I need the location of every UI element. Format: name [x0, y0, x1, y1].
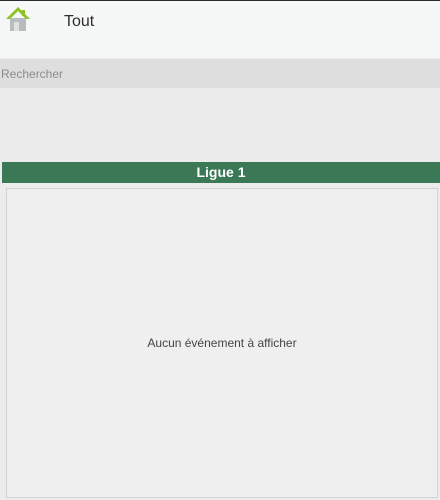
events-panel: Aucun événement à afficher — [6, 188, 438, 498]
empty-events-message: Aucun événement à afficher — [147, 336, 297, 350]
search-bar — [0, 59, 440, 88]
league-header[interactable]: Ligue 1 — [2, 162, 440, 183]
home-icon[interactable] — [5, 6, 31, 34]
page-title: Tout — [64, 13, 95, 30]
search-input[interactable] — [0, 59, 440, 88]
app-header: Tout — [0, 0, 440, 58]
